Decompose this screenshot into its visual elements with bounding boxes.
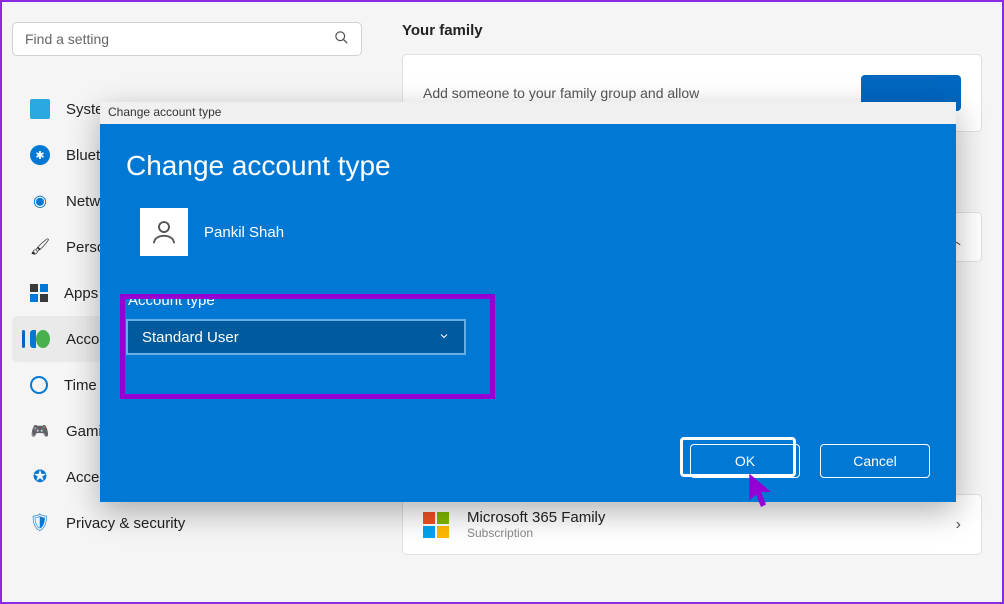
gamepad-icon: 🎮 (30, 421, 50, 441)
family-header: Your family (402, 22, 982, 39)
dialog-heading: Change account type (126, 150, 930, 182)
accessibility-icon: ✪ (30, 467, 50, 487)
chevron-right-icon: › (956, 516, 961, 534)
change-account-type-dialog: Change account type Change account type … (100, 102, 956, 502)
nav-privacy[interactable]: 🛡 Privacy & security (12, 500, 362, 546)
clock-icon (30, 376, 48, 394)
apps-icon (30, 284, 48, 302)
account-type-value: Standard User (142, 329, 239, 346)
ms365-card[interactable]: Microsoft 365 Family Subscription › (402, 494, 982, 555)
family-desc: Add someone to your family group and all… (423, 85, 699, 101)
search-placeholder: Find a setting (25, 31, 109, 47)
account-type-select[interactable]: Standard User (126, 319, 466, 355)
shield-icon: 🛡 (30, 513, 50, 533)
user-avatar-icon (140, 208, 188, 256)
ms365-title: Microsoft 365 Family (467, 509, 605, 526)
search-icon (334, 30, 349, 48)
display-icon (30, 99, 50, 119)
chevron-down-icon (438, 329, 450, 346)
bluetooth-icon: ✱ (30, 145, 50, 165)
wifi-icon: ◉ (30, 191, 50, 211)
dialog-titlebar[interactable]: Change account type (100, 102, 956, 124)
ok-button[interactable]: OK (690, 444, 800, 478)
user-name: Pankil Shah (204, 224, 284, 241)
brush-icon: 🖌 (30, 237, 50, 257)
person-icon (30, 329, 50, 349)
ms365-sub: Subscription (467, 526, 605, 540)
account-type-label: Account type (128, 292, 930, 309)
cancel-button[interactable]: Cancel (820, 444, 930, 478)
search-input[interactable]: Find a setting (12, 22, 362, 56)
microsoft-logo-icon (423, 512, 449, 538)
